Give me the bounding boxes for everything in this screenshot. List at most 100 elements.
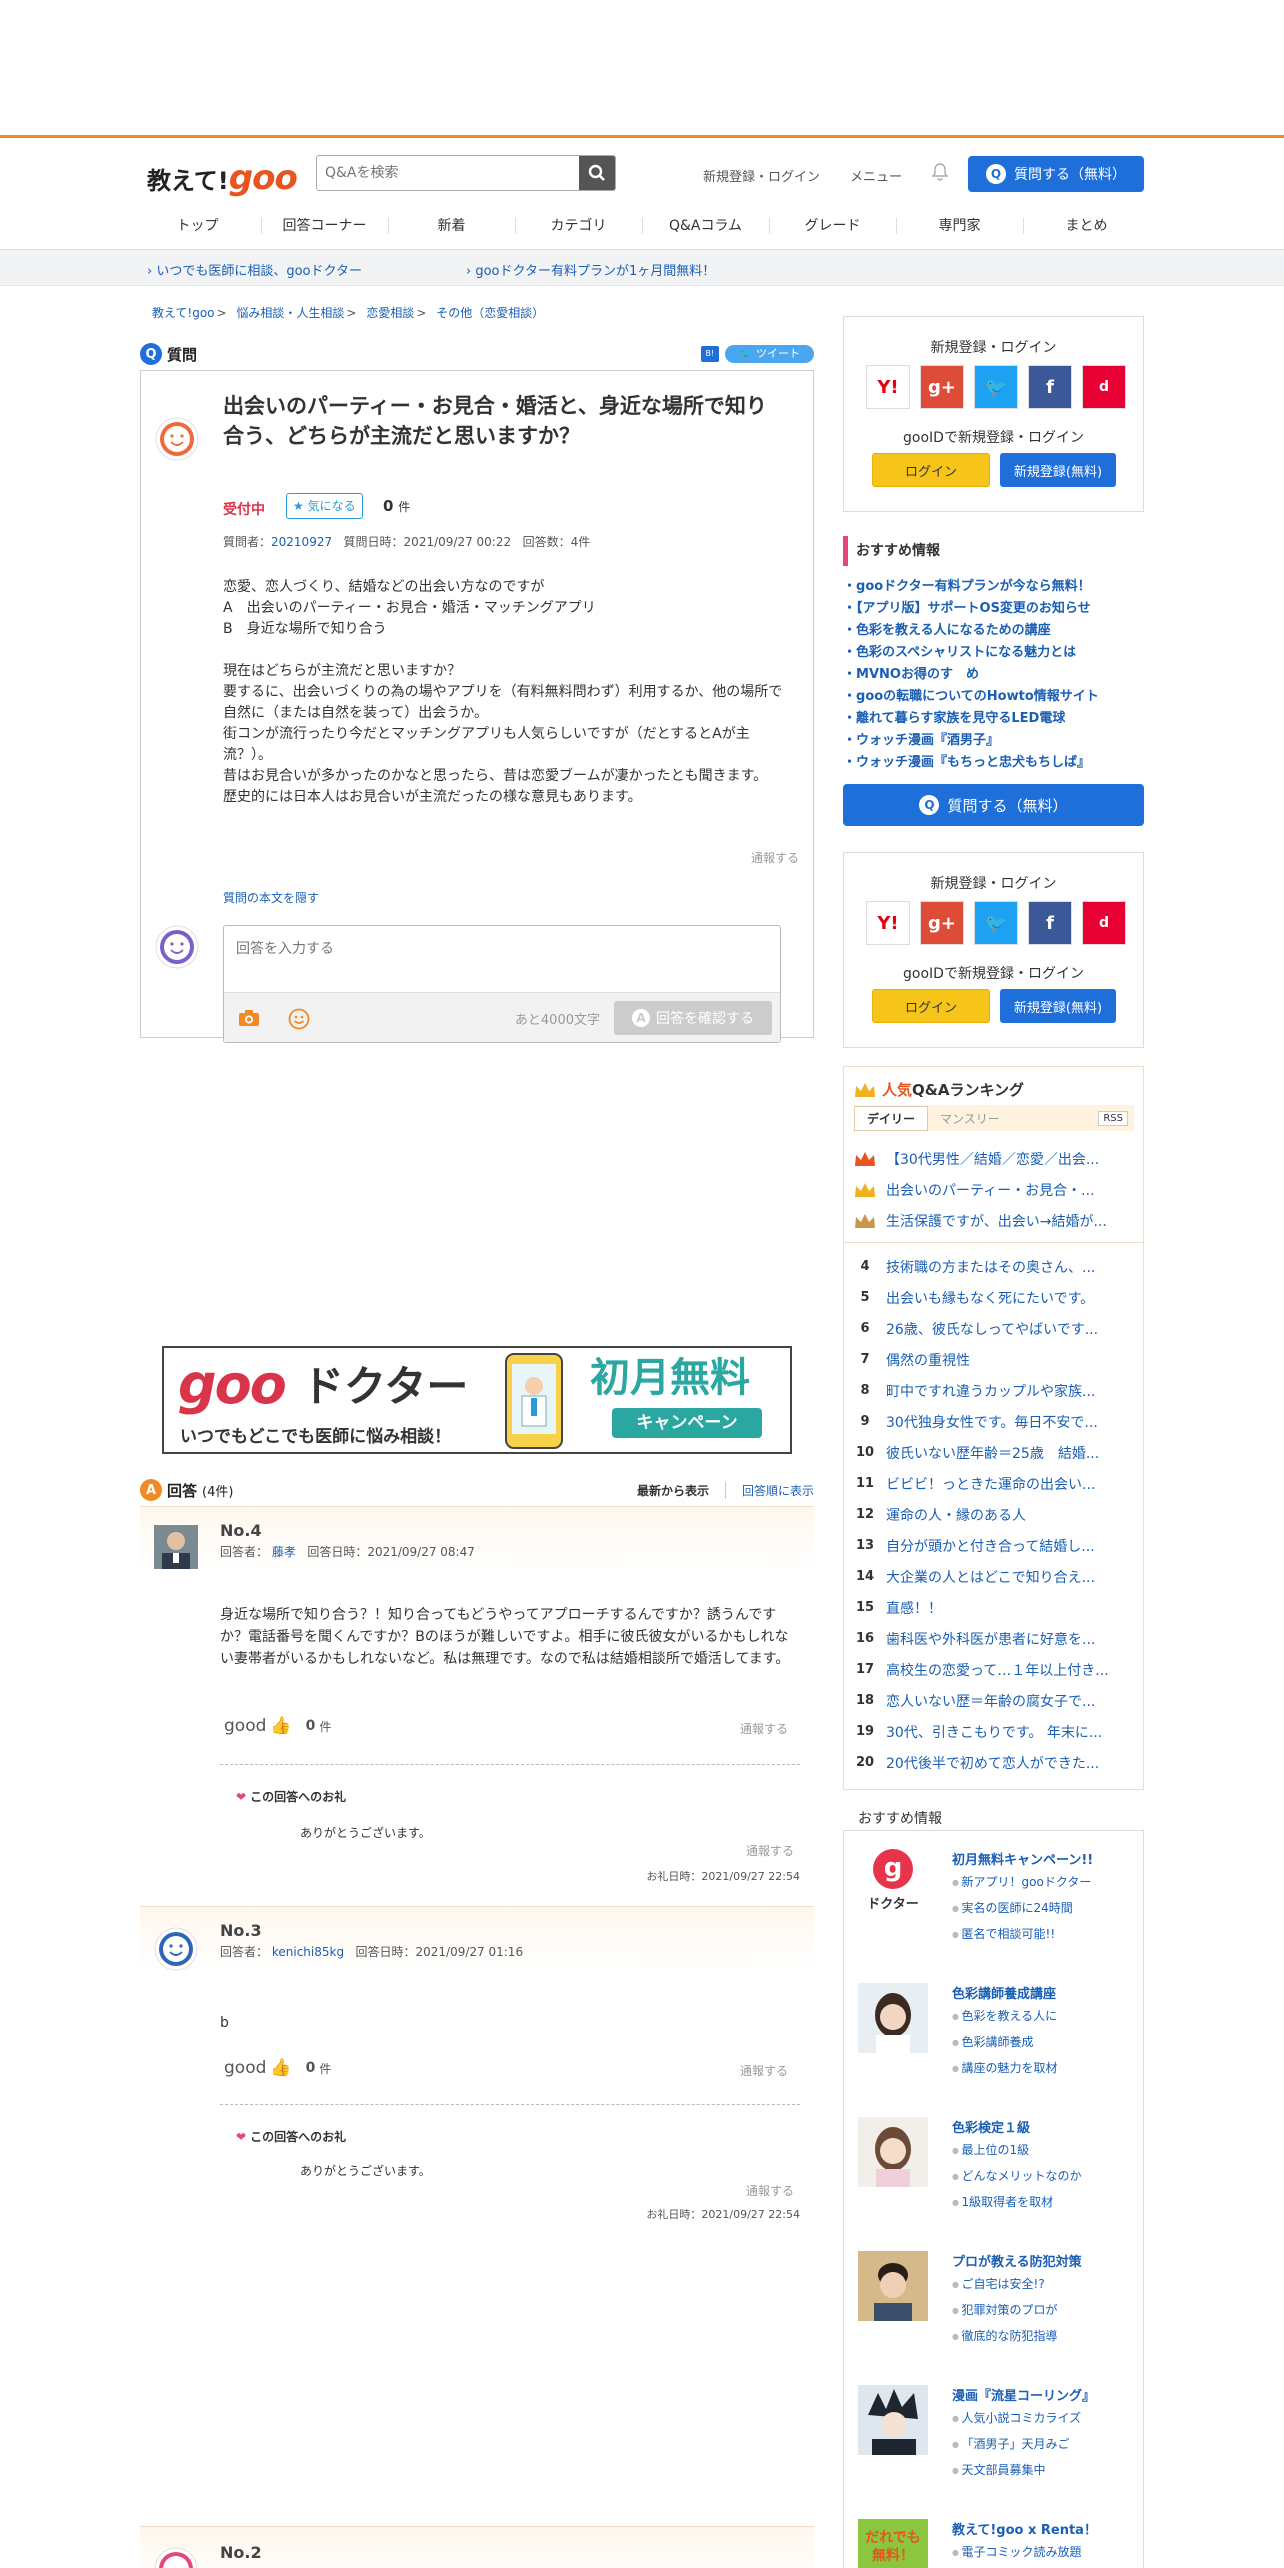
answerer-link[interactable]: 藤孝 <box>272 1545 296 1559</box>
report-thanks-link[interactable]: 通報する <box>746 1842 794 1859</box>
breadcrumb-subcategory[interactable]: 恋愛相談 <box>366 306 414 320</box>
ask-question-button[interactable]: Q 質問する（無料） <box>968 156 1144 192</box>
yahoo-login-icon[interactable]: Y! <box>866 901 910 945</box>
ranking-item[interactable]: 8 町中ですれ違うカップルや家族... <box>844 1375 1143 1406</box>
nav-matome[interactable]: まとめ <box>1023 204 1150 249</box>
register-button[interactable]: 新規登録(無料) <box>1000 453 1116 487</box>
tab-daily[interactable]: デイリー <box>854 1105 929 1131</box>
rec-link[interactable]: ・gooドクター有料プランが今なら無料！ <box>843 576 1144 598</box>
rec-link[interactable]: ・gooの転職についてのHowto情報サイト <box>843 686 1144 708</box>
ranking-item[interactable]: 19 30代、引きこもりです。 年末に... <box>844 1716 1143 1747</box>
ranking-item[interactable]: 10 彼氏いない歴年齢＝25歳 結婚... <box>844 1437 1143 1468</box>
promo-item[interactable]: だれでも無料！ 教えて!goo x Renta！ 電子コミック読み放題 <box>858 2519 1128 2568</box>
nav-experts[interactable]: 専門家 <box>896 204 1023 249</box>
report-thanks-link[interactable]: 通報する <box>746 2182 794 2199</box>
ranking-item[interactable]: 20 20代後半で初めて恋人ができた... <box>844 1747 1143 1778</box>
rec-link[interactable]: ・ウォッチ漫画『酒男子』 <box>843 730 1144 752</box>
nav-new[interactable]: 新着 <box>388 204 515 249</box>
promo-item[interactable]: プロが教える防犯対策 ご自宅は安全!? 犯罪対策のプロが 徹底的な防犯指導 <box>858 2251 1128 2351</box>
facebook-login-icon[interactable]: f <box>1028 365 1072 409</box>
ranking-item[interactable]: 13 自分が頭かと付き合って結婚し... <box>844 1530 1143 1561</box>
rec-link[interactable]: ・ウォッチ漫画『もちっと忠犬もちしば』 <box>843 752 1144 774</box>
ranking-item[interactable]: 15 直感！！ <box>844 1592 1143 1623</box>
promo-item[interactable]: 色彩検定１級 最上位の1級 どんなメリットなのか 1級取得者を取材 <box>858 2117 1128 2217</box>
nav-answer-corner[interactable]: 回答コーナー <box>261 204 388 249</box>
promo-item[interactable]: 色彩講師養成講座 色彩を教える人に 色彩講師養成 講座の魅力を取材 <box>858 1983 1128 2083</box>
report-answer-link[interactable]: 通報する <box>740 2062 788 2079</box>
answerer-avatar[interactable] <box>154 1927 198 1971</box>
docomo-login-icon[interactable]: d <box>1082 901 1126 945</box>
ranking-item[interactable]: 11 ビビビ！っときた運命の出会い... <box>844 1468 1143 1499</box>
goo-doctor-banner[interactable]: goo ドクター いつでもどこでも医師に悩み相談！ 初月無料 キャンペーン <box>162 1346 792 1454</box>
report-answer-link[interactable]: 通報する <box>740 1720 788 1737</box>
nav-grade[interactable]: グレード <box>769 204 896 249</box>
hide-question-body-link[interactable]: 質問の本文を隠す <box>223 889 319 906</box>
facebook-login-icon[interactable]: f <box>1028 901 1072 945</box>
promo-item[interactable]: 漫画『流星コーリング』 人気小説コミカライズ 「酒男子」天月みご 天文部員募集中 <box>858 2385 1128 2485</box>
tab-monthly[interactable]: マンスリー <box>928 1107 1012 1130</box>
twitter-login-icon[interactable]: 🐦 <box>974 901 1018 945</box>
good-button[interactable]: good 👍 0 件 <box>224 2058 331 2078</box>
sort-newest[interactable]: 最新から表示 <box>637 1482 709 1499</box>
docomo-login-icon[interactable]: d <box>1082 365 1126 409</box>
promo-link-free-plan[interactable]: › gooドクター有料プランが1ヶ月間無料！ <box>466 260 715 279</box>
site-logo[interactable]: 教えて!goo <box>147 158 298 198</box>
ranking-item[interactable]: 18 恋人いない歴＝年齢の腐女子で... <box>844 1685 1143 1716</box>
ranking-item[interactable]: 12 運命の人・縁のある人 <box>844 1499 1143 1530</box>
breadcrumb-current[interactable]: その他（恋愛相談） <box>436 306 544 320</box>
ranking-item[interactable]: 4 技術職の方またはその奥さん、... <box>844 1251 1143 1282</box>
nav-category[interactable]: カテゴリ <box>515 204 642 249</box>
rec-link[interactable]: ・MVNOお得のす め <box>843 664 1144 686</box>
search-input[interactable] <box>317 156 579 190</box>
ranking-item[interactable]: 16 歯科医や外科医が患者に好意を... <box>844 1623 1143 1654</box>
ranking-item[interactable]: 7 偶然の重視性 <box>844 1344 1143 1375</box>
breadcrumb-home[interactable]: 教えて!goo <box>152 306 215 320</box>
ranking-item[interactable]: 出会いのパーティー・お見合・... <box>844 1174 1143 1205</box>
favorite-button[interactable]: ★ 気になる <box>286 493 363 519</box>
ranking-item[interactable]: 9 30代独身女性です。毎日不安で... <box>844 1406 1143 1437</box>
ranking-item[interactable]: 14 大企業の人とはどこで知り合え... <box>844 1561 1143 1592</box>
bell-icon[interactable] <box>930 162 950 182</box>
twitter-login-icon[interactable]: 🐦 <box>974 365 1018 409</box>
rec-link[interactable]: ・色彩のスペシャリストになる魅力とは <box>843 642 1144 664</box>
login-button[interactable]: ログイン <box>872 989 990 1023</box>
answerer-link[interactable]: kenichi85kg <box>272 1945 344 1959</box>
hatena-bookmark-button[interactable]: B! <box>700 346 719 362</box>
answer-input[interactable]: 回答を入力する あと4000文字 A 回答を確認する <box>223 925 781 1043</box>
google-login-icon[interactable]: g+ <box>920 901 964 945</box>
menu-link[interactable]: メニュー <box>850 166 902 185</box>
login-box: 新規登録・ログイン Y! g+ 🐦 f d gooIDで新規登録・ログイン ログ… <box>843 852 1144 1048</box>
yahoo-login-icon[interactable]: Y! <box>866 365 910 409</box>
ranking-item[interactable]: 生活保護ですが、出会い→結婚が... <box>844 1205 1143 1236</box>
good-button[interactable]: good 👍 0 件 <box>224 1716 331 1736</box>
search-button[interactable] <box>579 156 615 190</box>
login-button[interactable]: ログイン <box>872 453 990 487</box>
register-button[interactable]: 新規登録(無料) <box>1000 989 1116 1023</box>
ranking-item[interactable]: 【30代男性／結婚／恋愛／出会... <box>844 1143 1143 1174</box>
asker-avatar[interactable] <box>155 417 199 461</box>
google-login-icon[interactable]: g+ <box>920 365 964 409</box>
nav-qa-column[interactable]: Q&Aコラム <box>642 204 769 249</box>
report-question-link[interactable]: 通報する <box>751 849 799 866</box>
tweet-button[interactable]: 🐦 ツイート <box>724 345 814 363</box>
ranking-item[interactable]: 6 26歳、彼氏なしってやばいです... <box>844 1313 1143 1344</box>
breadcrumb-category[interactable]: 悩み相談・人生相談 <box>236 306 344 320</box>
asker-link[interactable]: 20210927 <box>271 535 332 549</box>
rec-link[interactable]: ・色彩を教える人になるための講座 <box>843 620 1144 642</box>
nav-top[interactable]: トップ <box>134 204 261 249</box>
answerer-avatar[interactable] <box>154 1525 198 1569</box>
register-login-link[interactable]: 新規登録・ログイン <box>703 166 820 185</box>
rss-button[interactable]: RSS <box>1098 1110 1128 1126</box>
sort-oldest[interactable]: 回答順に表示 <box>724 1481 814 1499</box>
promo-item[interactable]: g ドクター 初月無料キャンペーン!! 新アプリ！gooドクター 実名の医師に2… <box>858 1849 1128 1949</box>
camera-icon[interactable] <box>238 1009 260 1027</box>
ranking-item[interactable]: 17 高校生の恋愛って…１年以上付き... <box>844 1654 1143 1685</box>
side-ask-question-button[interactable]: Q 質問する（無料） <box>843 784 1144 826</box>
emoji-icon[interactable] <box>288 1008 310 1030</box>
rec-link[interactable]: ・離れて暮らす家族を見守るLED電球 <box>843 708 1144 730</box>
answerer-avatar[interactable] <box>154 2547 198 2568</box>
rec-link[interactable]: ・【アプリ版】サポートOS変更のお知らせ <box>843 598 1144 620</box>
confirm-answer-button[interactable]: A 回答を確認する <box>614 1001 772 1035</box>
ranking-item[interactable]: 5 出会いも縁もなく死にたいです。 <box>844 1282 1143 1313</box>
promo-link-doctor[interactable]: › いつでも医師に相談、gooドクター <box>147 260 362 279</box>
